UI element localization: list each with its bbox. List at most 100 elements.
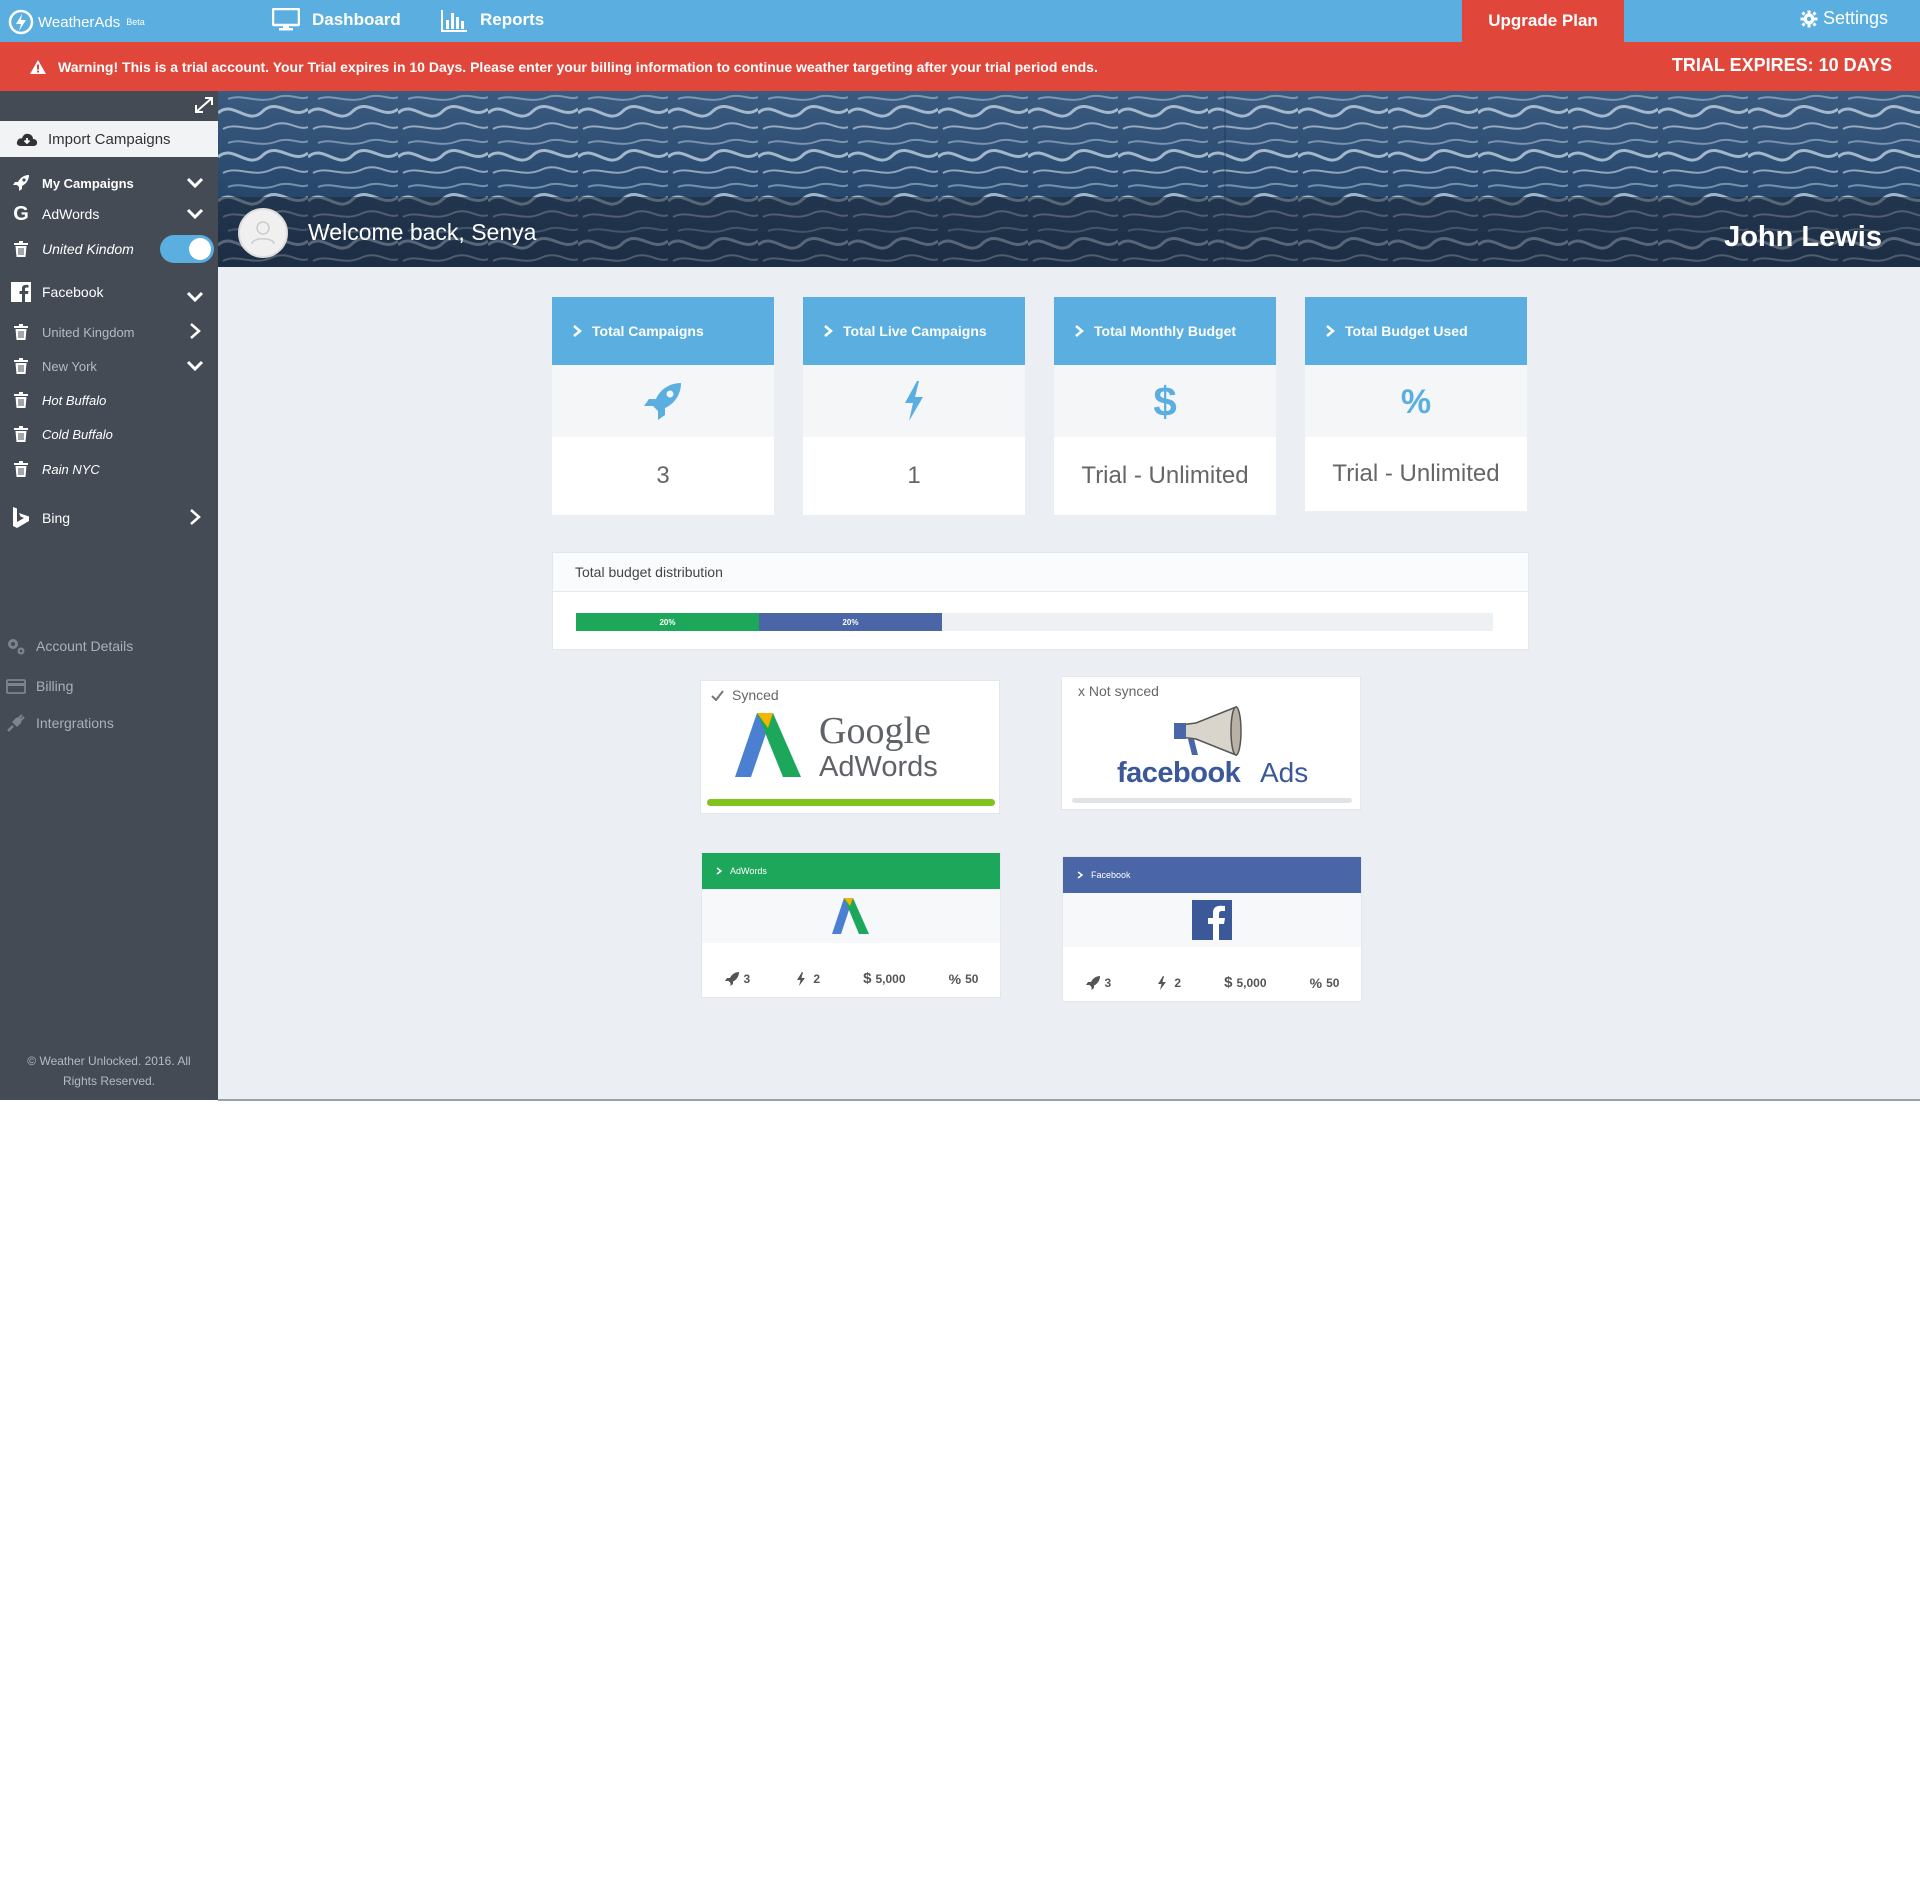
stat-card-header: Total Budget Used xyxy=(1305,297,1527,365)
stat-value: Trial - Unlimited xyxy=(1081,462,1249,489)
bing-icon xyxy=(10,507,32,529)
sync-progress-track xyxy=(707,799,995,806)
stat-card-header: Total Live Campaigns xyxy=(803,297,1025,365)
platform-stat-live: 2 xyxy=(1154,974,1181,991)
app-root: WeatherAds Beta Dashboard Reports Upgrade… xyxy=(0,0,1920,1101)
stat-card-total-live-campaigns[interactable]: Total Live Campaigns 1 xyxy=(803,297,1025,515)
chevron-right-icon[interactable] xyxy=(186,508,204,526)
sidebar-campaign-rain-nyc[interactable]: Rain NYC xyxy=(0,454,218,484)
platform-stat-value: 2 xyxy=(813,971,821,986)
sidebar-account-details[interactable]: Account Details xyxy=(0,632,218,660)
platform-name: AdWords xyxy=(730,866,767,876)
dollar-icon: $ xyxy=(1153,379,1176,423)
bar-chart-icon xyxy=(441,10,467,32)
sync-progress-fill xyxy=(707,799,995,806)
sync-status: Synced xyxy=(711,687,779,703)
platform-stat-campaigns: 3 xyxy=(724,970,750,987)
sidebar-adwords-label: AdWords xyxy=(42,206,100,222)
sidebar-my-campaigns[interactable]: My Campaigns xyxy=(0,168,218,198)
bolt-icon xyxy=(1158,975,1167,990)
warning-icon xyxy=(30,60,46,74)
platform-stat-value: 2 xyxy=(1174,975,1182,990)
top-bar: WeatherAds Beta Dashboard Reports Upgrade… xyxy=(0,0,1920,42)
facebook-platform-card[interactable]: Facebook 3 2 $5,000 % 50 xyxy=(1062,856,1362,1002)
stat-card-total-campaigns[interactable]: Total Campaigns 3 xyxy=(552,297,774,515)
sidebar-facebook[interactable]: Facebook xyxy=(0,277,218,307)
sidebar-campaign-united-kindom[interactable]: United Kindom xyxy=(0,234,218,264)
chevron-down-icon[interactable] xyxy=(186,356,204,374)
chevron-down-icon[interactable] xyxy=(186,173,204,191)
stat-card-header: Total Campaigns xyxy=(552,297,774,365)
import-campaigns-label: Import Campaigns xyxy=(48,130,171,148)
adwords-sync-card[interactable]: Synced Google AdWords xyxy=(700,680,1000,814)
rocket-icon xyxy=(1085,975,1100,990)
platform-stat-value: 5,000 xyxy=(875,971,906,986)
monitor-icon xyxy=(272,8,300,31)
sidebar-campaign-united-kingdom[interactable]: United Kingdom xyxy=(0,317,218,347)
sidebar-adwords[interactable]: G AdWords xyxy=(0,199,218,229)
avatar[interactable] xyxy=(238,208,288,258)
stat-card-total-monthly-budget[interactable]: Total Monthly Budget $ Trial - Unlimited xyxy=(1054,297,1276,515)
sidebar: Import Campaigns My Campaigns G AdWords … xyxy=(0,91,218,1100)
google-icon: G xyxy=(13,202,29,225)
sync-status-label: x Not synced xyxy=(1078,683,1159,699)
facebook-sync-card[interactable]: x Not synced facebook Ads xyxy=(1061,676,1361,810)
sidebar-campaign-hot-buffalo[interactable]: Hot Buffalo xyxy=(0,385,218,415)
trash-icon[interactable] xyxy=(10,321,32,343)
adwords-platform-card[interactable]: AdWords 3 2 $5,000 % 50 xyxy=(701,852,1001,998)
import-campaigns-button[interactable]: Import Campaigns xyxy=(0,121,218,157)
trash-icon[interactable] xyxy=(10,423,32,445)
sidebar-campaign-new-york[interactable]: New York xyxy=(0,351,218,381)
chevron-right-icon[interactable] xyxy=(186,322,204,340)
trash-icon[interactable] xyxy=(10,238,32,260)
nav-dashboard[interactable]: Dashboard xyxy=(272,8,401,32)
brand-secondary: AdWords xyxy=(819,751,938,783)
trash-icon[interactable] xyxy=(10,389,32,411)
sidebar-billing[interactable]: Billing xyxy=(0,672,218,700)
trash-icon[interactable] xyxy=(10,458,32,480)
trial-expires-label: TRIAL EXPIRES: 10 DAYS xyxy=(1671,55,1892,75)
copyright-line-1: © Weather Unlocked. 2016. All xyxy=(27,1054,191,1068)
nav-reports[interactable]: Reports xyxy=(440,8,544,32)
sidebar-campaign-label: United Kingdom xyxy=(42,324,135,340)
rocket-icon xyxy=(724,971,739,986)
settings-link[interactable]: Settings xyxy=(1800,8,1888,29)
integrations-label: Intergrations xyxy=(36,715,114,731)
chevron-down-icon[interactable] xyxy=(186,287,204,305)
facebook-icon xyxy=(1192,900,1232,940)
expand-icon[interactable] xyxy=(192,95,216,115)
bolt-icon xyxy=(797,971,806,986)
sidebar-campaign-label: Hot Buffalo xyxy=(42,392,107,408)
app-logo[interactable]: WeatherAds Beta xyxy=(8,9,145,35)
account-details-label: Account Details xyxy=(36,638,134,654)
chevron-down-icon[interactable] xyxy=(186,204,204,222)
copyright-line-2: Rights Reserved. xyxy=(62,1074,156,1088)
chevron-right-icon xyxy=(1075,325,1084,337)
nav-reports-label: Reports xyxy=(480,10,545,29)
cloud-download-icon xyxy=(16,133,38,146)
brand-secondary: Ads xyxy=(1260,757,1309,788)
platform-stat-budget: $5,000 xyxy=(863,970,905,987)
sidebar-campaign-label: Cold Buffalo xyxy=(42,426,113,442)
stat-card-total-budget-used[interactable]: Total Budget Used % Trial - Unlimited xyxy=(1305,297,1527,511)
upgrade-plan-button[interactable]: Upgrade Plan xyxy=(1462,0,1624,42)
sidebar-integrations[interactable]: Intergrations xyxy=(0,709,218,737)
billing-label: Billing xyxy=(36,678,74,694)
chevron-right-icon xyxy=(1326,325,1335,337)
sidebar-campaign-cold-buffalo[interactable]: Cold Buffalo xyxy=(0,419,218,449)
percent-icon: % xyxy=(948,970,962,987)
settings-label: Settings xyxy=(1823,8,1889,28)
rocket-icon xyxy=(10,172,32,194)
sync-status: x Not synced xyxy=(1078,683,1159,699)
sidebar-bing[interactable]: Bing xyxy=(0,503,218,533)
trash-icon[interactable] xyxy=(10,355,32,377)
platform-stat-used: % 50 xyxy=(949,970,979,987)
platform-stat-value: 3 xyxy=(1104,975,1112,990)
platform-stat-live: 2 xyxy=(793,970,820,987)
stat-label: Total Budget Used xyxy=(1345,323,1468,339)
platform-stats: 3 2 $5,000 % 50 xyxy=(702,970,1000,987)
campaign-toggle[interactable] xyxy=(160,235,214,263)
platform-stat-budget: $5,000 xyxy=(1224,974,1266,991)
platform-stat-value: 50 xyxy=(1326,975,1340,990)
brand-primary: facebook xyxy=(1117,757,1241,789)
